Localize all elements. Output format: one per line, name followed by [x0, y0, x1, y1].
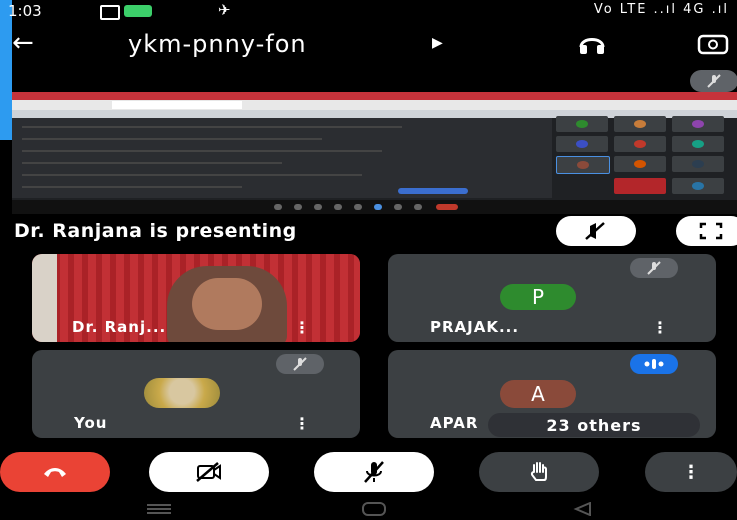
mic-toggle-button[interactable] [314, 452, 434, 492]
cast-icon [100, 5, 120, 20]
speaker-off-icon [585, 222, 605, 240]
participant-name: APAR [430, 414, 479, 432]
phone-hangup-icon [44, 468, 66, 477]
raise-hand-button[interactable] [479, 452, 599, 492]
mute-presentation-audio-button[interactable] [556, 216, 636, 246]
shared-browser-titlebar [12, 92, 737, 100]
participant-avatar: A [500, 380, 576, 408]
participant-avatar: P [500, 284, 576, 310]
mic-off-icon [364, 461, 384, 483]
camera-toggle-button[interactable] [149, 452, 269, 492]
mute-indicator-icon [690, 70, 737, 92]
end-call-button[interactable] [0, 452, 110, 492]
speaking-indicator-icon [630, 354, 678, 374]
presenting-label: Dr. Ranjana is presenting [14, 220, 297, 242]
mic-off-icon [276, 354, 324, 374]
back-icon[interactable] [572, 502, 594, 516]
participant-tile-video[interactable]: Dr. Ranj... ⋮ [32, 254, 360, 342]
shared-tab [112, 101, 242, 109]
self-avatar-photo [144, 378, 220, 408]
mic-off-icon [630, 258, 678, 278]
fullscreen-icon [699, 222, 723, 240]
meeting-code[interactable]: ykm-pnny-fon [128, 30, 307, 58]
top-bar: ← ykm-pnny-fon ▶ [0, 24, 737, 68]
back-arrow-icon[interactable]: ← [12, 28, 34, 58]
home-icon[interactable] [360, 502, 388, 516]
status-bar: 1:03 ✈ Vo LTE ..ıl 4G .ıl [0, 0, 737, 24]
self-tile[interactable]: You ⋮ [32, 350, 360, 438]
others-count-button[interactable]: 23 others [488, 413, 700, 437]
status-time: 1:03 [8, 2, 42, 20]
participant-name: PRAJAK... [430, 318, 520, 336]
recent-apps-icon[interactable] [145, 502, 173, 516]
headset-icon[interactable] [578, 33, 606, 55]
shared-participant-grid [552, 112, 737, 207]
participant-tile[interactable]: P PRAJAK... ⋮ [388, 254, 716, 342]
network-indicators: Vo LTE ..ıl 4G .ıl [593, 2, 729, 17]
participant-name: Dr. Ranj... [72, 318, 167, 336]
meet-screen: 1:03 ✈ Vo LTE ..ıl 4G .ıl ← ykm-pnny-fon… [0, 0, 737, 520]
switch-camera-icon[interactable] [695, 32, 731, 56]
wifi-icon: ✈ [218, 1, 231, 19]
shared-screen[interactable] [12, 92, 737, 214]
shared-content [12, 118, 552, 198]
more-options-button[interactable]: ⋮ [645, 452, 737, 492]
android-nav-bar [0, 498, 737, 520]
more-vert-icon[interactable]: ⋮ [652, 318, 668, 337]
more-vert-icon[interactable]: ⋮ [294, 318, 310, 337]
more-vert-icon: ⋮ [682, 461, 700, 483]
battery-saver-icon [124, 5, 152, 17]
expand-arrow-icon[interactable]: ▶ [432, 35, 443, 51]
camera-off-icon [196, 462, 221, 482]
hand-icon [530, 462, 547, 481]
more-vert-icon[interactable]: ⋮ [294, 414, 310, 433]
participant-name: You [74, 414, 108, 432]
fullscreen-button[interactable] [676, 216, 737, 246]
